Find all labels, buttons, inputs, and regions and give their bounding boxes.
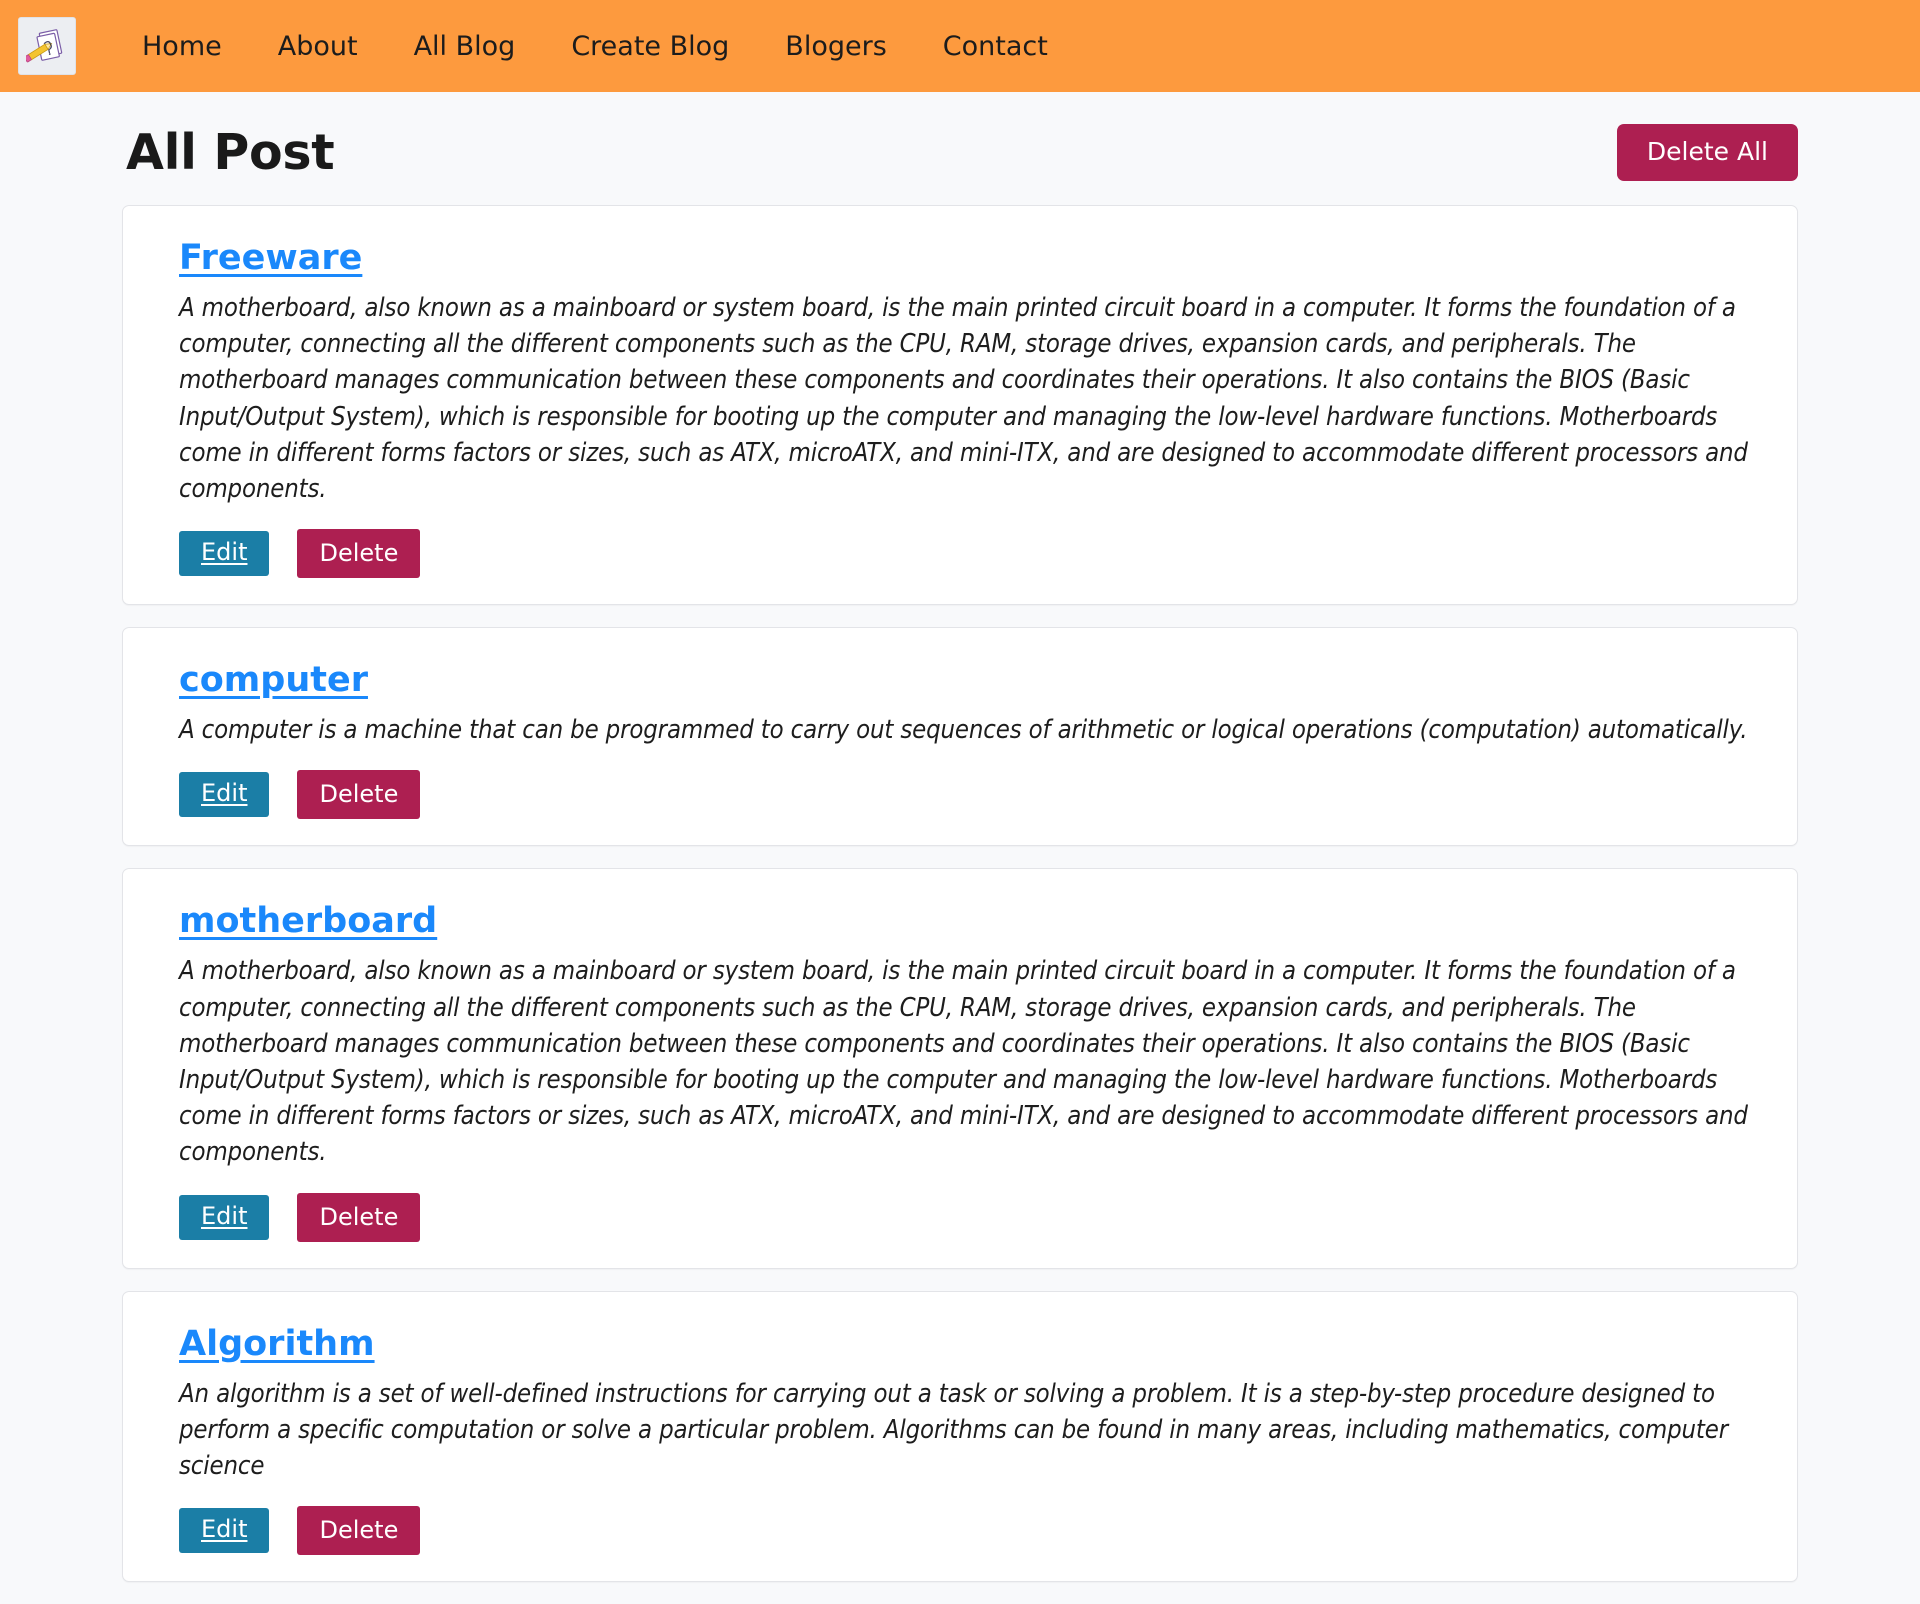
delete-button[interactable]: Delete: [297, 1192, 421, 1242]
post-body: A motherboard, also known as a mainboard…: [179, 956, 1748, 1168]
post-title-link[interactable]: Freeware: [179, 238, 362, 278]
nav-item-create-blog[interactable]: Create Blog: [543, 25, 757, 68]
post-actions: Edit Delete: [179, 1506, 1763, 1556]
page-title: All Post: [126, 124, 335, 181]
delete-button[interactable]: Delete: [297, 770, 421, 820]
post-body: A motherboard, also known as a mainboard…: [179, 293, 1748, 505]
post-list: Freeware A motherboard, also known as a …: [122, 205, 1798, 1583]
post-body: An algorithm is a set of well-defined in…: [179, 1378, 1728, 1482]
post-actions: Edit Delete: [179, 1192, 1763, 1242]
post-card: Freeware A motherboard, also known as a …: [122, 205, 1798, 606]
nav-links: Home About All Blog Create Blog Blogers …: [114, 25, 1076, 68]
edit-button[interactable]: Edit: [179, 1508, 270, 1554]
nav-link-blogers[interactable]: Blogers: [757, 25, 914, 68]
nav-link-create-blog[interactable]: Create Blog: [543, 25, 757, 68]
delete-all-button[interactable]: Delete All: [1616, 124, 1798, 181]
delete-button[interactable]: Delete: [297, 529, 421, 579]
nav-item-blogers[interactable]: Blogers: [757, 25, 914, 68]
top-navbar: Home About All Blog Create Blog Blogers …: [0, 0, 1920, 92]
page-header: All Post Delete All: [126, 92, 1798, 205]
nav-item-about[interactable]: About: [250, 25, 386, 68]
nav-item-all-blog[interactable]: All Blog: [386, 25, 544, 68]
post-actions: Edit Delete: [179, 770, 1763, 820]
nav-item-home[interactable]: Home: [114, 25, 250, 68]
nav-link-home[interactable]: Home: [114, 25, 250, 68]
nav-item-contact[interactable]: Contact: [915, 25, 1076, 68]
post-card: motherboard A motherboard, also known as…: [122, 868, 1798, 1269]
pencil-writing-on-notes-icon: [26, 25, 68, 67]
nav-link-about[interactable]: About: [250, 25, 386, 68]
edit-button[interactable]: Edit: [179, 1194, 270, 1240]
post-card: Algorithm An algorithm is a set of well-…: [122, 1290, 1798, 1583]
post-actions: Edit Delete: [179, 529, 1763, 579]
edit-button[interactable]: Edit: [179, 531, 270, 577]
post-card: computer A computer is a machine that ca…: [122, 627, 1798, 847]
main-content: All Post Delete All Freeware A motherboa…: [0, 92, 1920, 1583]
nav-link-contact[interactable]: Contact: [915, 25, 1076, 68]
nav-link-all-blog[interactable]: All Blog: [386, 25, 544, 68]
brand-logo[interactable]: [18, 17, 76, 75]
post-title-link[interactable]: computer: [179, 660, 368, 700]
post-title-link[interactable]: Algorithm: [179, 1324, 375, 1364]
post-title-link[interactable]: motherboard: [179, 901, 437, 941]
delete-button[interactable]: Delete: [297, 1506, 421, 1556]
edit-button[interactable]: Edit: [179, 772, 270, 818]
post-body: A computer is a machine that can be prog…: [179, 715, 1748, 746]
